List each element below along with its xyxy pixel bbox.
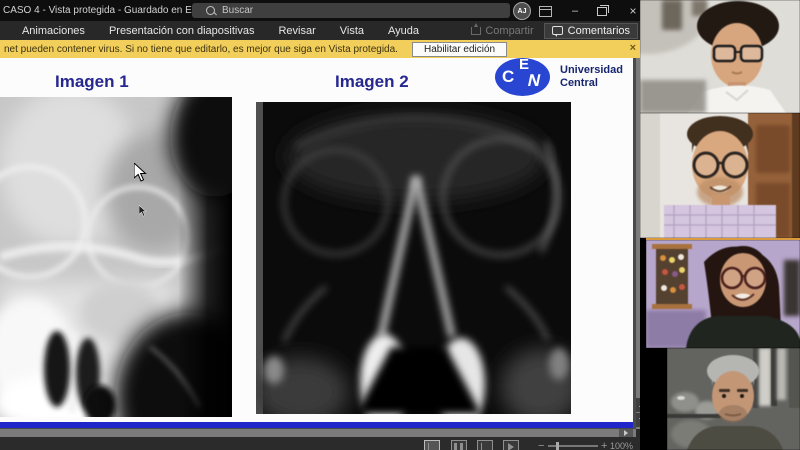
participant-2-video[interactable] (640, 113, 800, 238)
tab-revisar[interactable]: Revisar (278, 25, 315, 37)
comments-button[interactable]: Comentarios (544, 23, 638, 39)
ribbon-tabs: Transiciones Animaciones Presentación co… (0, 25, 419, 37)
search-placeholder: Buscar (222, 5, 253, 16)
slide-canvas: Imagen 1 Imagen 2 C E N Universidad Cent… (0, 58, 633, 428)
participant-1-video[interactable] (640, 0, 800, 113)
zoom-slider[interactable] (548, 445, 598, 447)
normal-view-button[interactable] (424, 440, 440, 450)
horizontal-scrollbar[interactable] (0, 429, 636, 437)
tab-animaciones[interactable]: Animaciones (22, 25, 85, 37)
comments-label: Comentarios (568, 25, 630, 37)
share-button[interactable]: Compartir (471, 25, 533, 37)
xray-image-1 (0, 97, 232, 417)
right-arrow-icon (624, 430, 628, 436)
minimize-button[interactable]: – (566, 0, 584, 21)
slideshow-play-icon (508, 443, 514, 450)
normal-view-icon (428, 443, 429, 450)
share-icon (471, 27, 481, 35)
zoom-level[interactable]: 100% (610, 441, 633, 450)
tab-ayuda[interactable]: Ayuda (388, 25, 419, 37)
title-bar: CASO 4 - Vista protegida - Guardado en E… (0, 0, 650, 21)
logo-letter-n: N (526, 71, 543, 91)
ribbon-right-actions: Compartir Comentarios (471, 22, 638, 39)
university-line1: Universidad (560, 64, 623, 77)
reading-view-button[interactable] (477, 440, 493, 450)
zoom-out-button[interactable]: − (538, 440, 544, 450)
reading-view-icon (481, 443, 482, 450)
protected-view-message: net pueden contener virus. Si no tiene q… (4, 44, 398, 55)
search-input[interactable]: Buscar (192, 3, 510, 18)
scroll-right-button[interactable] (619, 429, 633, 437)
restore-window-button[interactable] (597, 7, 607, 16)
cen-logo: C E N (495, 58, 550, 96)
slide-editing-area: Imagen 1 Imagen 2 C E N Universidad Cent… (0, 58, 650, 429)
logo-letter-c: C (502, 67, 514, 87)
video-call-panel (640, 0, 800, 450)
protected-view-bar: net pueden contener virus. Si no tiene q… (0, 40, 650, 59)
participant-3-video[interactable] (646, 238, 800, 348)
slide-divider-line (0, 422, 633, 428)
logo-letter-e: E (519, 58, 529, 73)
status-bar: − + 100% (0, 437, 650, 450)
comment-bubble-icon (552, 26, 563, 35)
university-line2: Central (560, 77, 623, 90)
slideshow-button[interactable] (503, 440, 519, 450)
tab-presentacion[interactable]: Presentación con diapositivas (109, 25, 255, 37)
powerpoint-window: CASO 4 - Vista protegida - Guardado en E… (0, 0, 650, 450)
message-bar-close-icon[interactable]: × (630, 42, 636, 54)
screen: CASO 4 - Vista protegida - Guardado en E… (0, 0, 800, 450)
tab-vista[interactable]: Vista (340, 25, 364, 37)
participant-4-video[interactable] (667, 348, 800, 450)
document-title: CASO 4 - Vista protegida - Guardado en E… (3, 5, 222, 16)
zoom-in-button[interactable]: + (601, 440, 607, 450)
enable-editing-button[interactable]: Habilitar edición (412, 42, 507, 57)
university-name: Universidad Central (560, 64, 623, 90)
search-icon (206, 6, 215, 15)
xray-image-2 (256, 102, 571, 414)
slide-sorter-view-button[interactable] (451, 440, 467, 450)
annotation-arrow-icon (139, 204, 147, 222)
avatar[interactable]: AJ (513, 2, 531, 20)
zoom-slider-thumb[interactable] (556, 442, 559, 450)
image2-heading: Imagen 2 (335, 72, 409, 92)
ribbon-display-options-icon[interactable] (539, 6, 552, 17)
image1-heading: Imagen 1 (55, 72, 129, 92)
mouse-cursor (134, 163, 147, 187)
share-label: Compartir (485, 25, 533, 37)
slide-sorter-icon (454, 443, 463, 450)
